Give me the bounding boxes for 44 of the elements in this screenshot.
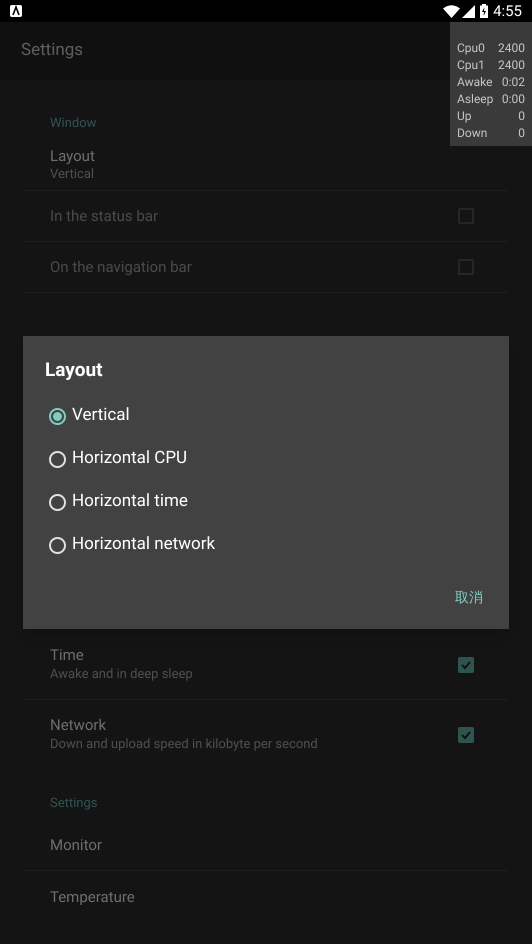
section-header: Window (50, 116, 96, 131)
radio-button[interactable] (49, 494, 66, 510)
monitor-label: Awake (457, 74, 493, 91)
preference-summary: Down and upload speed in kilobyte per second (50, 736, 319, 754)
clock-text: 4:55 (493, 0, 522, 22)
monitor-value: 2400 (498, 57, 525, 74)
radio-button[interactable] (49, 536, 66, 554)
preference-summary: Awake and in deep sleep (50, 666, 194, 684)
monitor-value: 0 (518, 108, 525, 125)
preference-item[interactable]: Monitor (25, 820, 507, 871)
radio-option[interactable]: Horizontal CPU (23, 438, 509, 480)
monitor-value: 2400 (498, 40, 525, 57)
radio-button[interactable] (49, 450, 66, 468)
preference-title: Network (50, 715, 108, 735)
wifi-icon (443, 4, 460, 18)
battery-icon (480, 4, 488, 18)
monitor-label: Down (457, 125, 488, 142)
checkbox[interactable] (458, 727, 474, 743)
radio-label: Horizontal time (72, 490, 188, 514)
radio-option[interactable]: Horizontal network (23, 524, 509, 566)
monitor-value: 0 (518, 125, 525, 142)
radio-label: Horizontal network (72, 533, 216, 556)
radio-label: Horizontal CPU (72, 447, 188, 470)
monitor-value: 0:02 (502, 74, 525, 91)
cancel-button[interactable]: 取消 (453, 588, 485, 609)
app-bar-title: Settings (21, 39, 84, 62)
radio-label: Vertical (72, 404, 130, 428)
monitor-label: Cpu1 (457, 57, 485, 74)
dialog-title: Layout (45, 357, 104, 383)
radio-option[interactable]: Horizontal time (23, 480, 509, 524)
monitor-value: 0:00 (502, 91, 525, 108)
preference-item[interactable]: Temperature (25, 871, 507, 922)
section-header: Settings (50, 796, 98, 811)
monitor-label: Up (457, 108, 472, 125)
radio-option[interactable]: Vertical (23, 394, 509, 438)
checkmark-icon (460, 729, 472, 741)
preference-title: Time (50, 644, 85, 664)
notification-icon (10, 5, 22, 17)
monitor-label: Cpu0 (457, 40, 485, 57)
radio-button[interactable] (49, 408, 66, 424)
monitor-label: Asleep (457, 91, 494, 108)
checkmark-icon (460, 658, 472, 670)
signal-icon (462, 4, 476, 18)
checkbox[interactable] (458, 656, 474, 672)
